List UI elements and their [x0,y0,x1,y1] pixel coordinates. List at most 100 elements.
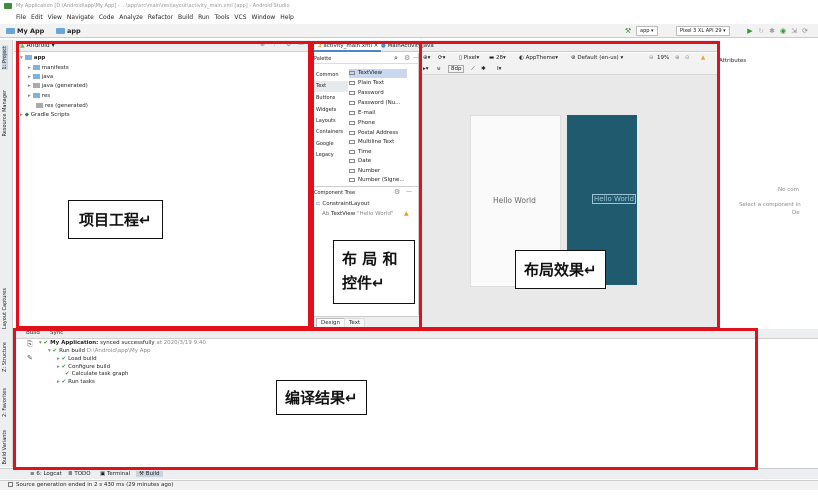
build-variants-tab[interactable]: Build Variants [2,430,8,464]
palette-category[interactable]: Layouts [316,118,336,124]
palette-item[interactable]: Multiline Text [349,139,394,145]
tab-build[interactable]: Build [26,330,40,336]
todo-tab[interactable]: ≣ TODO [68,471,91,477]
profile-icon[interactable]: ◉ [779,27,787,35]
tree-item-res[interactable]: ▸ res [28,93,50,99]
menu-tools[interactable]: Tools [215,14,230,23]
pin-icon[interactable]: ✎ [27,354,33,362]
palette-item[interactable]: Password [349,90,384,96]
apply-changes-icon[interactable]: ↻ [757,27,765,35]
palette-item[interactable]: E-mail [349,110,375,116]
zoom-out-icon[interactable]: ⊖ [649,55,654,61]
design-mode-icon[interactable]: ⊕▾ [423,55,430,61]
menu-analyze[interactable]: Analyze [119,14,143,23]
run-config-select[interactable]: app ▾ [636,26,658,36]
menu-refactor[interactable]: Refactor [148,14,173,23]
run-icon[interactable]: ▶ [746,27,754,35]
clear-constraints-icon[interactable]: ⟋ [471,66,475,73]
structure-tab[interactable]: Z: Structure [2,342,8,372]
build-row[interactable]: ▸ ✔ Run tasks [57,379,95,385]
palette-item[interactable]: Date [349,158,371,164]
preview-hello-world[interactable]: Hello World [493,196,536,205]
locale-select[interactable]: ⊛ Default (en-us) ▾ [571,55,623,61]
menu-run[interactable]: Run [198,14,210,23]
menu-file[interactable]: File [16,14,26,23]
tree-item-java[interactable]: ▸ java [28,74,53,80]
debug-icon[interactable]: ✱ [768,27,776,35]
view-options-icon[interactable]: ▸▾ [423,66,429,72]
menu-help[interactable]: Help [280,14,294,23]
zoom-in-icon[interactable]: ⊕ [675,55,680,61]
menu-view[interactable]: View [48,14,62,23]
infer-constraints-icon[interactable]: ✱ [481,66,486,72]
tree-node-constraintlayout[interactable]: ⊏ ConstraintLayout [316,201,370,207]
menu-build[interactable]: Build [178,14,193,23]
tree-item-manifests[interactable]: ▸ manifests [28,65,69,71]
tab-main-activity[interactable]: ● MainActivity.java [378,41,437,52]
search-icon[interactable]: ⌕ [394,54,398,63]
build-row[interactable]: ✔ Calculate task graph [65,371,128,377]
breadcrumb-module[interactable]: app [56,27,81,35]
tree-item-app[interactable]: ▾ app [20,55,45,61]
device-select[interactable]: ▯ Pixel▾ [459,55,479,61]
tab-design[interactable]: Design [316,318,345,328]
logcat-tab[interactable]: ≡ 6: Logcat [30,471,62,477]
gear-icon[interactable]: ⚙ [286,41,291,48]
palette-item[interactable]: Number [349,168,380,174]
menu-edit[interactable]: Edit [31,14,43,23]
warning-icon[interactable]: ▲ [701,55,705,61]
build-row[interactable]: ▾ ✔ My Application: synced successfully a… [39,340,206,346]
palette-category[interactable]: Common [316,72,339,78]
target-icon[interactable]: ⊕ [260,41,265,48]
layout-captures-tab[interactable]: Layout Captures [2,288,8,329]
palette-category[interactable]: Containers [316,129,343,135]
sync-icon[interactable]: ⟳ [801,27,809,35]
palette-item[interactable]: TextView [349,70,382,76]
build-row[interactable]: ▾ ✔ Run build D:\Android\app\My App [48,348,150,354]
gear-icon[interactable]: ⚙ [394,188,400,196]
menu-window[interactable]: Window [252,14,276,23]
tree-item-gradle-scripts[interactable]: ▸ ◆ Gradle Scripts [20,112,70,118]
orientation-icon[interactable]: ⟳▾ [438,55,445,61]
build-row[interactable]: ▸ ✔ Load build [57,356,97,362]
palette-item[interactable]: Password (Nu... [349,100,400,106]
warning-icon[interactable]: ▲ [404,210,409,217]
palette-category[interactable]: Text [316,83,326,89]
palette-category[interactable]: Widgets [316,107,336,113]
terminal-tab[interactable]: ▣ Terminal [100,471,130,477]
palette-category[interactable]: Legacy [316,152,334,158]
attach-debugger-icon[interactable]: ⇲ [790,27,798,35]
palette-item[interactable]: Plain Text [349,80,384,86]
tab-activity-main[interactable]: ⊿ activity_main.xml ✕ [314,41,382,52]
tree-item-res-generated[interactable]: res (generated) [36,103,88,109]
palette-item[interactable]: Postal Address [349,130,398,136]
default-margin-select[interactable]: 8dp [448,65,465,73]
favorites-tab[interactable]: 2: Favorites [2,388,8,417]
blueprint-hello-world[interactable]: Hello World [592,194,637,204]
device-select[interactable]: Pixel 3 XL API 29 ▾ [676,26,730,36]
tab-sync[interactable]: Sync [50,330,63,336]
project-tool-tab[interactable]: 1: Project [2,46,8,70]
palette-item[interactable]: Phone [349,120,375,126]
magnet-icon[interactable]: ⊍ [437,66,441,72]
hide-icon[interactable]: — [298,41,304,48]
palette-category[interactable]: Google [316,141,334,147]
menu-navigate[interactable]: Navigate [67,14,94,23]
build-tab[interactable]: ⚒ Build [136,471,163,477]
resource-manager-tab[interactable]: Resource Manager [2,90,8,136]
build-row[interactable]: ▸ ✔ Configure build [57,364,110,370]
guidelines-icon[interactable]: I▾ [497,66,501,72]
sync-log-icon[interactable]: ⎘ [27,340,33,349]
theme-select[interactable]: ◐ AppTheme▾ [519,55,558,61]
collapse-icon[interactable]: ÷ [272,41,277,48]
menu-code[interactable]: Code [99,14,114,23]
project-view-select[interactable]: Android [27,42,50,49]
menu-vcs[interactable]: VCS [234,14,246,23]
tree-node-textview[interactable]: Ab TextView "Hello World" [322,211,393,217]
hammer-icon[interactable]: ⚒ [624,27,632,35]
palette-item[interactable]: Time [349,149,371,155]
tree-item-java-generated[interactable]: ▸ java (generated) [28,83,88,89]
breadcrumb-project[interactable]: My App [6,27,44,35]
zoom-fit-icon[interactable]: ⊙ [685,55,690,61]
palette-category[interactable]: Buttons [316,95,335,101]
